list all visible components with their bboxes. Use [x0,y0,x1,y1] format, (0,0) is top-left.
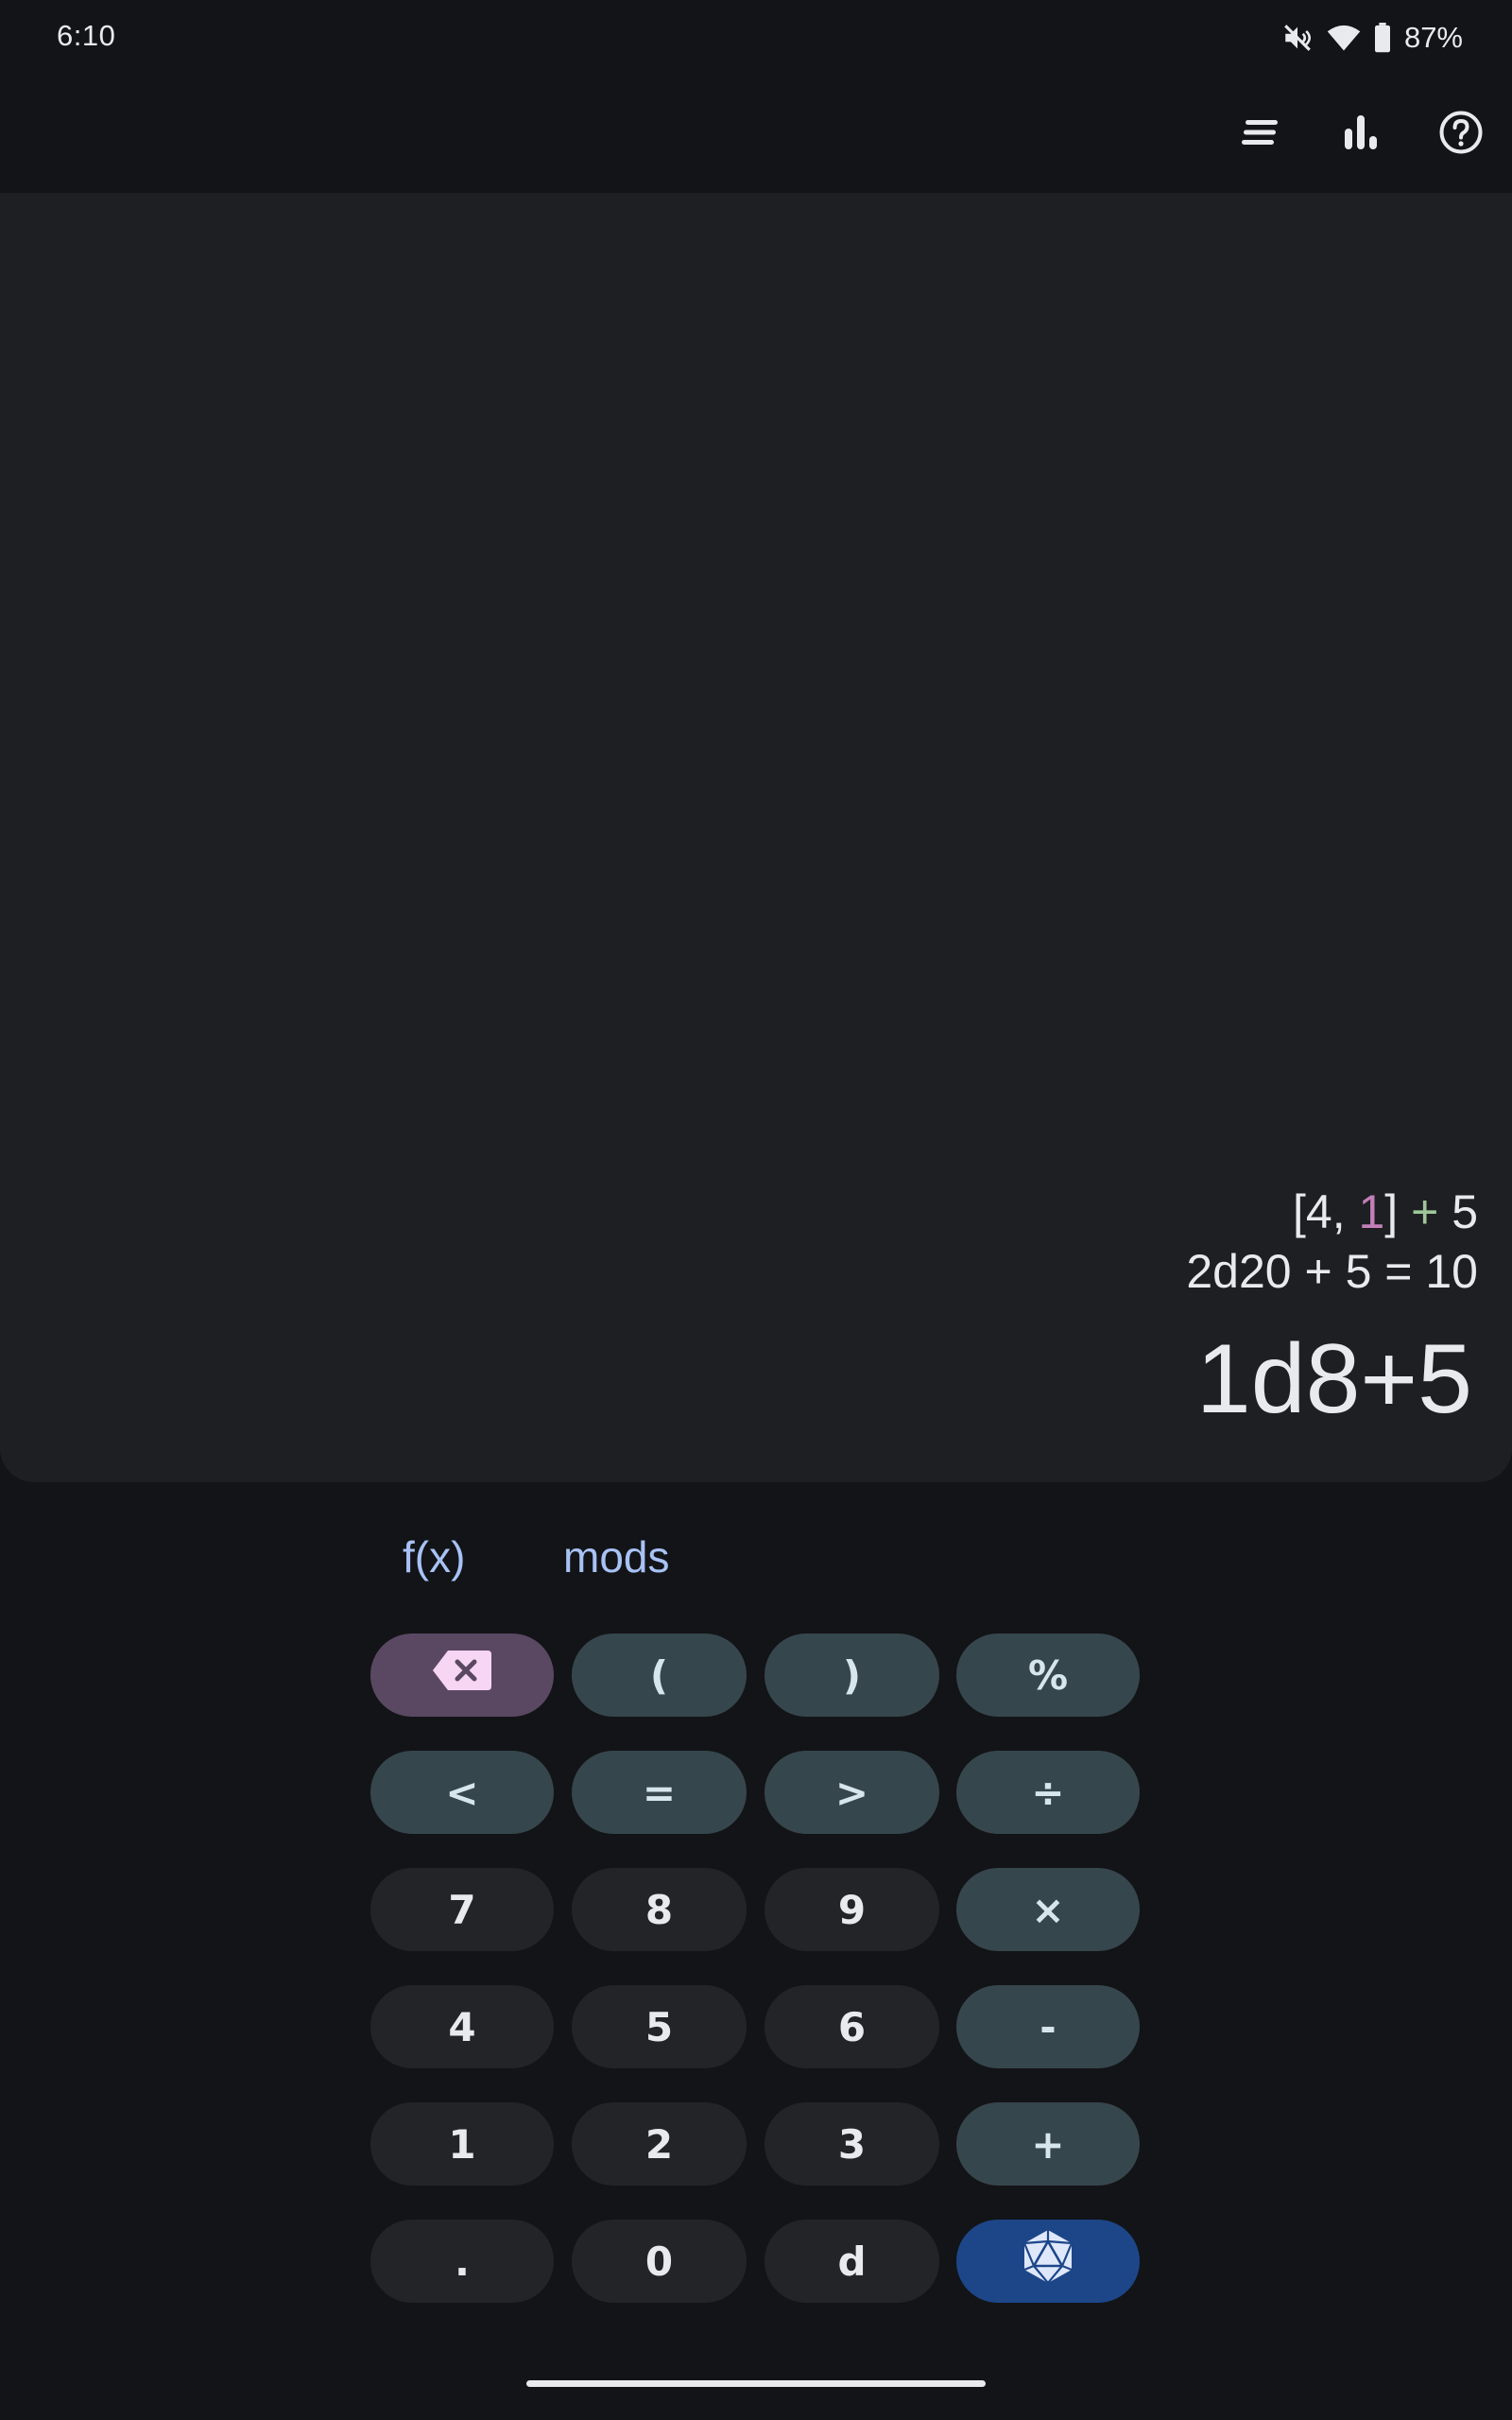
backspace-button[interactable] [370,1634,554,1717]
detail-open: [4, [1293,1185,1359,1238]
digit-3-key[interactable]: 3 [765,2102,939,2186]
d20-icon [1022,2228,1074,2294]
equals-key[interactable]: = [572,1751,747,1834]
history-button[interactable] [1230,104,1291,164]
home-indicator[interactable] [526,2380,986,2387]
roll-detail: [4, 1] + 5 [1293,1184,1478,1239]
top-app-bar [0,76,1512,193]
digit-9-key[interactable]: 9 [765,1868,939,1951]
keypad-tabs: f(x) mods [0,1531,1512,1598]
stats-icon [1342,113,1380,156]
expression-input[interactable]: 1d8+5 [1196,1323,1472,1436]
help-button[interactable] [1431,104,1491,164]
backspace-icon [431,1649,493,1702]
greater-than-key[interactable]: > [765,1751,939,1834]
dice-d-key[interactable]: d [765,2220,939,2303]
history-icon [1240,116,1281,153]
digit-5-key[interactable]: 5 [572,1985,747,2068]
wifi-icon [1327,23,1361,53]
divide-key[interactable]: ÷ [956,1751,1140,1834]
plus-key[interactable]: + [956,2102,1140,2186]
digit-4-key[interactable]: 4 [370,1985,554,2068]
keypad: ( ) % < = > ÷ 7 8 9 × 4 5 6 - 1 2 3 + . … [370,1634,1142,2303]
stats-button[interactable] [1331,104,1391,164]
digit-0-key[interactable]: 0 [572,2220,747,2303]
decimal-key[interactable]: . [370,2220,554,2303]
minus-key[interactable]: - [956,1985,1140,2068]
previous-roll-result: 2d20 + 5 = 10 [1186,1245,1478,1298]
close-paren-key[interactable]: ) [765,1634,939,1717]
digit-7-key[interactable]: 7 [370,1868,554,1951]
status-time: 6:10 [57,19,116,52]
tab-functions[interactable]: f(x) [403,1531,465,1582]
status-bar: 6:10 87% [0,0,1512,76]
modifier-plus: + [1398,1185,1452,1238]
help-icon [1439,111,1483,159]
modifier-value: 5 [1452,1185,1478,1238]
percent-key[interactable]: % [956,1634,1140,1717]
battery-icon [1374,23,1391,53]
tab-mods[interactable]: mods [563,1531,669,1582]
detail-close: ] [1384,1185,1399,1238]
open-paren-key[interactable]: ( [572,1634,747,1717]
digit-1-key[interactable]: 1 [370,2102,554,2186]
roll-button[interactable] [956,2220,1140,2303]
less-than-key[interactable]: < [370,1751,554,1834]
mute-icon [1281,22,1314,54]
dropped-die-value: 1 [1358,1185,1385,1238]
status-icons: 87% [1281,17,1463,59]
digit-8-key[interactable]: 8 [572,1868,747,1951]
digit-2-key[interactable]: 2 [572,2102,747,2186]
digit-6-key[interactable]: 6 [765,1985,939,2068]
multiply-key[interactable]: × [956,1868,1140,1951]
battery-percent: 87% [1403,21,1463,54]
